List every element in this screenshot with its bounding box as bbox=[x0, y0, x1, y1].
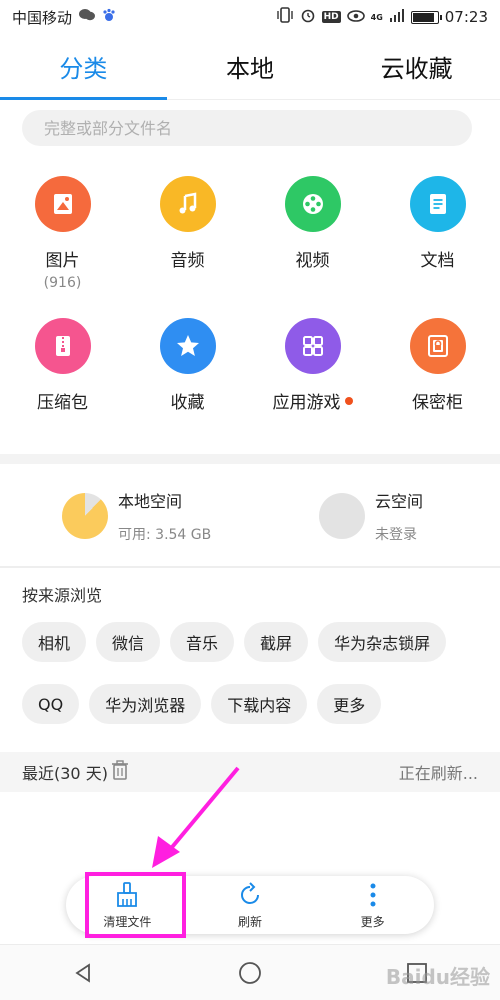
local-storage-pie bbox=[62, 493, 108, 539]
category-circle bbox=[284, 176, 341, 232]
system-nav-bar: Baidu经验 bbox=[0, 944, 500, 1000]
refresh-status: 正在刷新... bbox=[398, 764, 478, 783]
category-safe[interactable]: 保密柜 bbox=[375, 318, 500, 442]
network-label: 4G bbox=[370, 12, 383, 22]
eye-comfort-icon bbox=[346, 8, 365, 26]
signal-icon bbox=[389, 8, 405, 26]
recent-left: 最近(30 天) bbox=[22, 759, 130, 785]
highlight-box bbox=[85, 872, 186, 938]
source-chip[interactable]: 截屏 bbox=[244, 622, 309, 662]
local-storage-title: 本地空间 bbox=[118, 492, 183, 511]
trash-icon[interactable] bbox=[110, 759, 130, 785]
home-button[interactable] bbox=[220, 953, 280, 993]
tab-category[interactable]: 分类 bbox=[0, 34, 167, 100]
category-label: 图片 bbox=[45, 251, 80, 271]
music-icon bbox=[179, 192, 196, 214]
back-triangle-icon bbox=[75, 962, 91, 983]
home-circle-icon bbox=[239, 961, 261, 984]
battery-level bbox=[412, 12, 435, 22]
recent-header: 最近(30 天) 正在刷新... bbox=[0, 752, 500, 792]
battery-icon bbox=[410, 10, 442, 24]
back-button[interactable] bbox=[53, 953, 113, 993]
category-circle bbox=[284, 318, 341, 374]
status-right: HD 4G 07:23 bbox=[276, 7, 488, 27]
more-vertical-icon bbox=[370, 883, 376, 906]
alarm-icon bbox=[300, 7, 316, 27]
new-badge-dot bbox=[344, 396, 353, 405]
refresh-icon bbox=[241, 881, 259, 904]
watermark: Baidu经验 bbox=[385, 965, 490, 989]
vibrate-icon bbox=[276, 7, 294, 27]
section-divider bbox=[0, 454, 500, 464]
source-chip[interactable]: 音乐 bbox=[170, 622, 235, 662]
category-video[interactable]: 视频 bbox=[250, 176, 375, 300]
tab-cloud-favorites[interactable]: 云收藏 bbox=[333, 34, 500, 99]
category-circle bbox=[409, 318, 466, 374]
star-icon bbox=[176, 335, 199, 356]
clock: 07:23 bbox=[444, 8, 488, 26]
source-chip[interactable]: 相机 bbox=[22, 622, 87, 662]
cloud-storage-pie bbox=[319, 493, 365, 539]
category-circle bbox=[34, 318, 91, 374]
status-left: 中国移动 bbox=[12, 7, 116, 28]
category-circle bbox=[159, 318, 216, 374]
image-icon bbox=[53, 194, 72, 214]
category-circle bbox=[159, 176, 216, 232]
refresh-button[interactable]: 刷新 bbox=[200, 881, 300, 930]
category-archives[interactable]: 压缩包 bbox=[0, 318, 125, 442]
category-apps-games[interactable]: 应用游戏 bbox=[250, 318, 375, 442]
category-circle bbox=[409, 176, 466, 232]
cloud-storage-title: 云空间 bbox=[375, 492, 424, 511]
hd-icon: HD bbox=[321, 11, 341, 23]
tab-bar: 分类 本地 云收藏 bbox=[0, 34, 500, 100]
status-bar: 中国移动 HD 4G 07:23 bbox=[0, 0, 500, 34]
refresh-label: 刷新 bbox=[237, 914, 262, 929]
source-chip[interactable]: 华为浏览器 bbox=[89, 684, 202, 724]
storage-section: 本地空间 可用: 3.54 GB 云空间 未登录 bbox=[0, 466, 500, 566]
recent-label: 最近(30 天) bbox=[22, 764, 108, 783]
browse-by-source-title: 按来源浏览 bbox=[22, 586, 103, 605]
safe-icon bbox=[427, 335, 448, 357]
cloud-storage[interactable]: 云空间 未登录 bbox=[243, 466, 500, 566]
source-chips-row-2: QQ 华为浏览器 下载内容 更多 bbox=[22, 684, 492, 724]
source-chips-row-1: 相机 微信 音乐 截屏 华为杂志锁屏 bbox=[22, 622, 492, 662]
source-chip[interactable]: 更多 bbox=[317, 684, 382, 724]
more-label: 更多 bbox=[360, 914, 385, 929]
baidu-notification-icon bbox=[102, 8, 116, 26]
category-circle bbox=[34, 176, 91, 232]
local-storage[interactable]: 本地空间 可用: 3.54 GB bbox=[0, 466, 243, 566]
category-label: 音频 bbox=[170, 251, 205, 271]
source-chip[interactable]: 华为杂志锁屏 bbox=[318, 622, 447, 662]
category-documents[interactable]: 文档 bbox=[375, 176, 500, 300]
search-input[interactable] bbox=[22, 110, 472, 146]
category-label: 应用游戏 bbox=[272, 393, 341, 413]
video-icon bbox=[302, 194, 323, 214]
more-button[interactable]: 更多 bbox=[323, 881, 423, 930]
category-audio[interactable]: 音频 bbox=[125, 176, 250, 300]
category-favorites[interactable]: 收藏 bbox=[125, 318, 250, 442]
category-label: 文档 bbox=[420, 251, 455, 271]
section-divider bbox=[0, 566, 500, 568]
category-label: 视频 bbox=[295, 251, 330, 271]
category-label: 保密柜 bbox=[412, 393, 463, 413]
category-count: (916) bbox=[43, 275, 82, 291]
local-storage-free: 可用: 3.54 GB bbox=[118, 527, 212, 543]
category-label-row: 应用游戏 bbox=[273, 388, 353, 413]
category-images[interactable]: 图片 (916) bbox=[0, 176, 125, 300]
category-grid: 图片 (916) 音频 视频 文档 压缩包 收藏 应用游戏 保密柜 bbox=[0, 176, 500, 442]
source-chip[interactable]: 微信 bbox=[96, 622, 161, 662]
wechat-notification-icon bbox=[78, 8, 96, 26]
source-chip[interactable]: 下载内容 bbox=[211, 684, 308, 724]
category-label: 压缩包 bbox=[37, 393, 88, 413]
category-label: 收藏 bbox=[170, 393, 205, 413]
carrier-label: 中国移动 bbox=[12, 8, 73, 27]
document-icon bbox=[429, 194, 446, 214]
apps-icon bbox=[302, 336, 323, 356]
source-chip[interactable]: QQ bbox=[22, 684, 80, 724]
archive-icon bbox=[55, 336, 70, 356]
cloud-storage-status: 未登录 bbox=[375, 527, 417, 543]
tab-local[interactable]: 本地 bbox=[167, 34, 334, 99]
